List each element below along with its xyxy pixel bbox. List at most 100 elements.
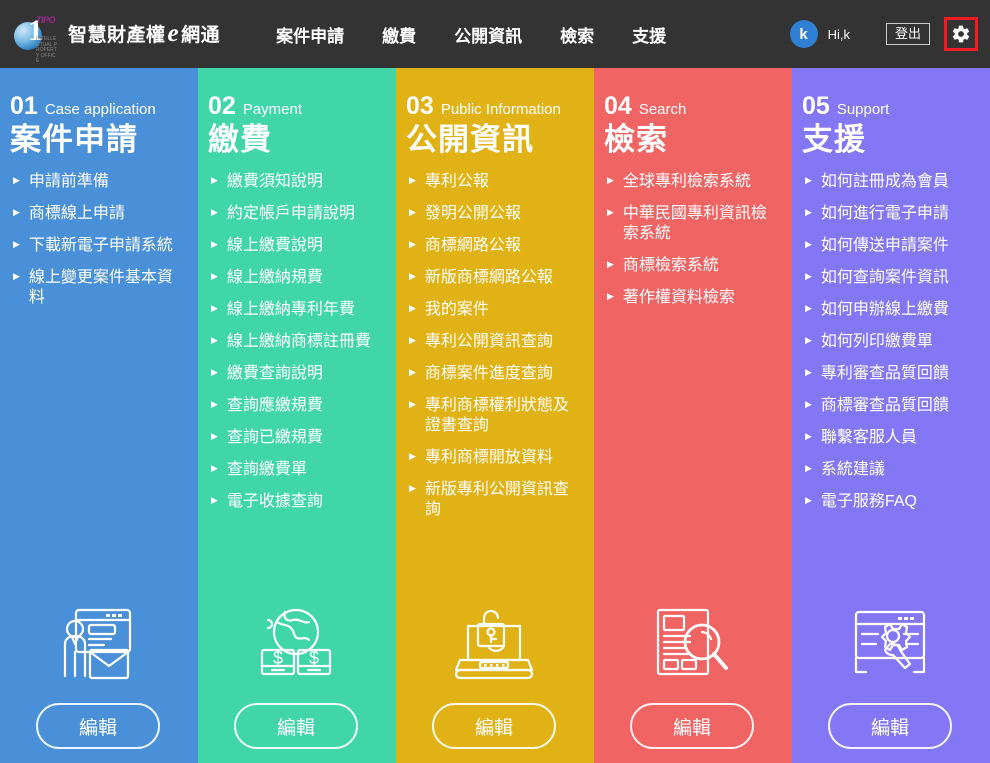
column-footer: 編輯: [604, 606, 780, 763]
column-english-title: Support: [836, 101, 890, 118]
list-item[interactable]: ▶ 如何列印繳費單: [802, 332, 978, 352]
column-case-application: 01 Case application 案件申請 ▶ 申請前準備 ▶ 商標線上申請 …: [0, 68, 198, 763]
list-item-label: 線上繳納商標註冊費: [226, 333, 371, 351]
edit-button[interactable]: 編輯: [630, 703, 754, 749]
list-item[interactable]: ▶ 商標檢索系統: [604, 256, 780, 276]
bullet-arrow-icon: ▶: [805, 175, 812, 186]
column-chinese-title: 檢索: [604, 122, 668, 157]
list-item[interactable]: ▶ 如何傳送申請案件: [802, 236, 978, 256]
list-item[interactable]: ▶ 線上繳費說明: [208, 236, 384, 256]
column-number: 04: [604, 92, 632, 120]
list-item[interactable]: ▶ 繳費須知說明: [208, 172, 384, 192]
logo-badge-text: TIPO: [36, 15, 56, 25]
list-item-label: 如何進行電子申請: [820, 205, 949, 223]
list-item[interactable]: ▶ 商標網路公報: [406, 236, 582, 256]
list-item[interactable]: ▶ 如何進行電子申請: [802, 204, 978, 224]
settings-button[interactable]: [944, 17, 978, 51]
nav-item-search[interactable]: 檢索: [560, 22, 594, 47]
list-item-label: 繳費查詢說明: [226, 365, 323, 383]
list-item[interactable]: ▶ 線上繳納規費: [208, 268, 384, 288]
list-item-label: 我的案件: [424, 301, 489, 319]
brand-title: 智慧財產權e 網通: [68, 20, 220, 48]
edit-button[interactable]: 編輯: [234, 703, 358, 749]
list-item-label: 電子收據查詢: [226, 493, 323, 511]
brand-logo[interactable]: 1 TIPO INTELLECTUAL PROPERTY OFFICE 智慧財產…: [14, 14, 220, 64]
list-item[interactable]: ▶ 專利商標開放資料: [406, 448, 582, 468]
edit-button[interactable]: 編輯: [828, 703, 952, 749]
bullet-arrow-icon: ▶: [409, 303, 416, 314]
link-list: ▶ 專利公報 ▶ 發明公開公報 ▶ 商標網路公報 ▶ 新版商標網路公報 ▶ 我的案件 ▶ 專…: [406, 172, 582, 606]
list-item[interactable]: ▶ 我的案件: [406, 300, 582, 320]
list-item[interactable]: ▶ 查詢已繳規費: [208, 428, 384, 448]
bullet-arrow-icon: ▶: [409, 399, 416, 410]
list-item[interactable]: ▶ 申請前準備: [10, 172, 186, 192]
column-public-information: 03 Public Information 公開資訊 ▶ 專利公報 ▶ 發明公開公報…: [396, 68, 594, 763]
browser-gear-wrench-icon: [848, 606, 932, 689]
svg-text:$: $: [309, 648, 319, 668]
list-item-label: 如何註冊成為會員: [820, 173, 949, 191]
column-number-line: 02 Payment: [208, 94, 384, 119]
nav-item-public-information[interactable]: 公開資訊: [454, 22, 522, 47]
list-item[interactable]: ▶ 線上變更案件基本資料: [10, 268, 186, 308]
list-item[interactable]: ▶ 線上繳納專利年費: [208, 300, 384, 320]
nav-item-case-application[interactable]: 案件申請: [276, 22, 344, 47]
logout-button[interactable]: 登出: [885, 22, 930, 46]
column-footer: 編輯: [802, 606, 978, 763]
list-item[interactable]: ▶ 下載新電子申請系統: [10, 236, 186, 256]
list-item[interactable]: ▶ 查詢應繳規費: [208, 396, 384, 416]
list-item-label: 系統建議: [820, 461, 885, 479]
list-item-label: 專利商標開放資料: [424, 449, 553, 467]
link-list: ▶ 繳費須知說明 ▶ 約定帳戶申請說明 ▶ 線上繳費說明 ▶ 線上繳納規費 ▶ 線上繳納專…: [208, 172, 384, 606]
bullet-arrow-icon: ▶: [211, 271, 218, 282]
column-chinese-title: 繳費: [208, 122, 272, 157]
svg-text:$: $: [273, 648, 283, 668]
list-item[interactable]: ▶ 繳費查詢說明: [208, 364, 384, 384]
header-user-area: k Hi,k 登出: [789, 17, 978, 51]
avatar[interactable]: k: [789, 20, 818, 48]
column-header: 01 Case application 案件申請: [10, 94, 186, 158]
nav-item-support[interactable]: 支援: [632, 22, 666, 47]
bullet-arrow-icon: ▶: [805, 495, 812, 506]
list-item[interactable]: ▶ 商標審查品質回饋: [802, 396, 978, 416]
list-item[interactable]: ▶ 專利公開資訊查詢: [406, 332, 582, 352]
list-item[interactable]: ▶ 商標案件進度查詢: [406, 364, 582, 384]
column-english-title: Case application: [44, 101, 156, 118]
edit-button[interactable]: 編輯: [36, 703, 160, 749]
tipo-logo-icon: 1 TIPO INTELLECTUAL PROPERTY OFFICE: [14, 14, 60, 64]
bullet-arrow-icon: ▶: [805, 463, 812, 474]
list-item[interactable]: ▶ 中華民國專利資訊檢索系統: [604, 204, 780, 244]
list-item[interactable]: ▶ 如何註冊成為會員: [802, 172, 978, 192]
list-item[interactable]: ▶ 聯繫客服人員: [802, 428, 978, 448]
list-item[interactable]: ▶ 商標線上申請: [10, 204, 186, 224]
list-item[interactable]: ▶ 全球專利檢索系統: [604, 172, 780, 192]
link-list: ▶ 全球專利檢索系統 ▶ 中華民國專利資訊檢索系統 ▶ 商標檢索系統 ▶ 著作權資料檢索: [604, 172, 780, 606]
list-item[interactable]: ▶ 如何申辦線上繳費: [802, 300, 978, 320]
list-item[interactable]: ▶ 專利公報: [406, 172, 582, 192]
bullet-arrow-icon: ▶: [211, 335, 218, 346]
list-item[interactable]: ▶ 著作權資料檢索: [604, 288, 780, 308]
edit-button[interactable]: 編輯: [432, 703, 556, 749]
list-item[interactable]: ▶ 線上繳納商標註冊費: [208, 332, 384, 352]
list-item[interactable]: ▶ 專利審查品質回饋: [802, 364, 978, 384]
column-payment: 02 Payment 繳費 ▶ 繳費須知說明 ▶ 約定帳戶申請說明 ▶ 線上繳費說明 …: [198, 68, 396, 763]
list-item[interactable]: ▶ 發明公開公報: [406, 204, 582, 224]
gear-icon: [951, 24, 971, 44]
list-item[interactable]: ▶ 專利商標權利狀態及證書查詢: [406, 396, 582, 436]
column-support: 05 Support 支援 ▶ 如何註冊成為會員 ▶ 如何進行電子申請 ▶ 如何傳送申…: [792, 68, 990, 763]
bullet-arrow-icon: ▶: [805, 367, 812, 378]
list-item[interactable]: ▶ 電子收據查詢: [208, 492, 384, 512]
nav-item-payment[interactable]: 繳費: [382, 22, 416, 47]
list-item[interactable]: ▶ 電子服務FAQ: [802, 492, 978, 512]
list-item[interactable]: ▶ 新版專利公開資訊查詢: [406, 480, 582, 520]
list-item-label: 發明公開公報: [424, 205, 521, 223]
column-english-title: Payment: [242, 101, 303, 118]
list-item[interactable]: ▶ 約定帳戶申請說明: [208, 204, 384, 224]
bullet-arrow-icon: ▶: [211, 175, 218, 186]
list-item[interactable]: ▶ 新版商標網路公報: [406, 268, 582, 288]
list-item[interactable]: ▶ 如何查詢案件資訊: [802, 268, 978, 288]
bullet-arrow-icon: ▶: [805, 431, 812, 442]
list-item[interactable]: ▶ 系統建議: [802, 460, 978, 480]
list-item-label: 如何列印繳費單: [820, 333, 933, 351]
column-number-line: 03 Public Information: [406, 94, 582, 119]
list-item[interactable]: ▶ 查詢繳費單: [208, 460, 384, 480]
